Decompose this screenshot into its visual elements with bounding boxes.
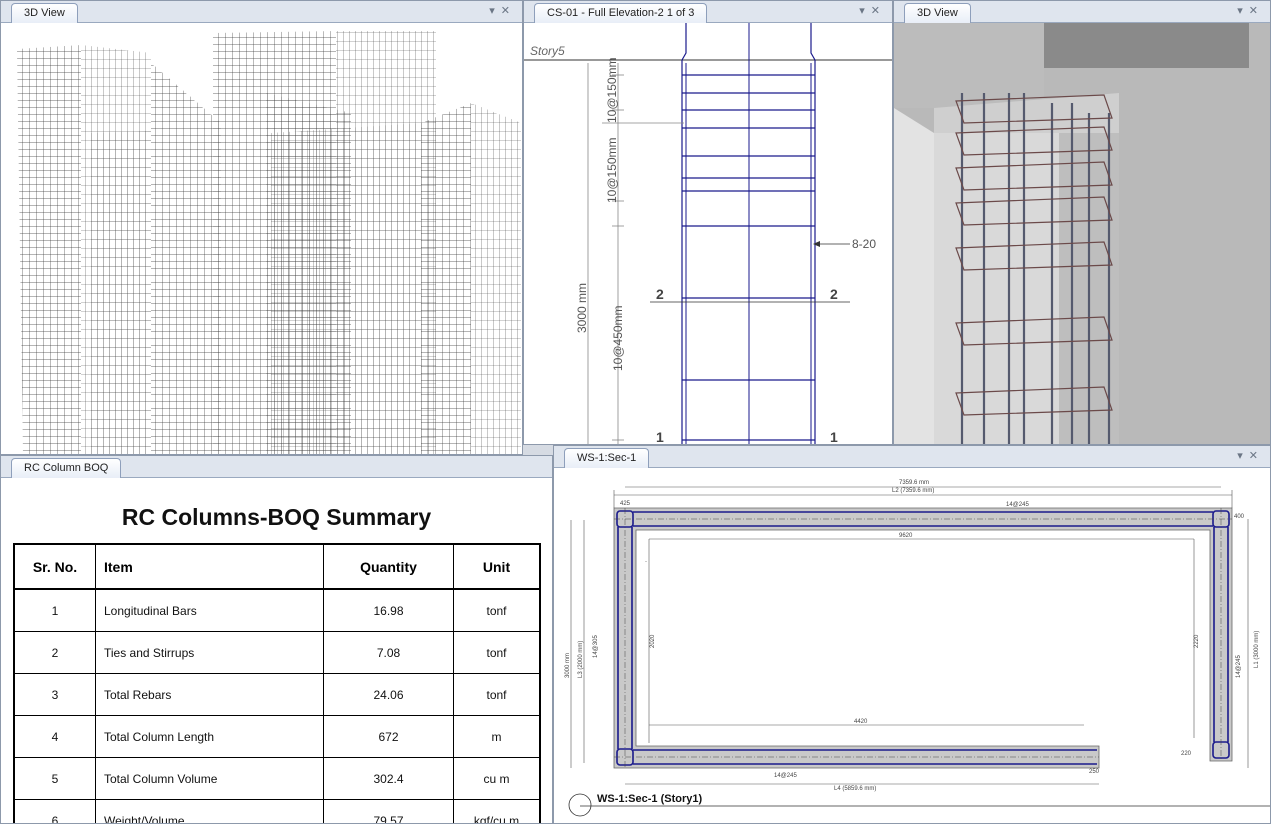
panel-section: WS-1:Sec-1 ▾✕ 7359.6 mm L2 (7359.6 mm) 4… bbox=[553, 445, 1271, 824]
spacing-mid: 10@150mm bbox=[605, 137, 619, 203]
tab-3d-view-left[interactable]: 3D View bbox=[11, 3, 78, 23]
panel-controls[interactable]: ▾✕ bbox=[489, 4, 516, 17]
panel-controls[interactable]: ▾✕ bbox=[1237, 449, 1264, 462]
table-row: 1 Longitudinal Bars 16.98 tonf bbox=[13, 588, 541, 632]
cell-sr: 4 bbox=[13, 715, 96, 758]
3d-column-rebar-view[interactable] bbox=[894, 23, 1270, 444]
sec-dim-l1: L1 (3000 mm) bbox=[1254, 631, 1260, 668]
cell-sr: 2 bbox=[13, 631, 96, 674]
cell-item: Total Column Length bbox=[95, 715, 324, 758]
section-mark-1-left: 1 bbox=[656, 429, 664, 444]
table-row: 6 Weight/Volume 79.57 kgf/cu m bbox=[13, 799, 541, 823]
panel-3d-view-right: 3D View ▾✕ bbox=[893, 0, 1271, 445]
panel-3d-view-left: 3D View ▾✕ bbox=[0, 0, 523, 455]
sec-dim-4420: 4420 bbox=[854, 719, 868, 725]
boq-table: Sr. No. Item Quantity Unit 1 Longitudina… bbox=[13, 543, 541, 823]
tab-bar: 3D View ▾✕ bbox=[1, 1, 522, 23]
sec-dim-425: 425 bbox=[620, 501, 631, 507]
section-drawing[interactable]: 7359.6 mm L2 (7359.6 mm) 425 14@245 9620… bbox=[554, 468, 1270, 823]
panel-boq: RC Column BOQ RC Columns-BOQ Summary Sr.… bbox=[0, 455, 553, 824]
cell-quantity: 24.06 bbox=[323, 673, 454, 716]
sec-dim-l4: L4 (5859.6 mm) bbox=[834, 786, 876, 792]
sec-dim-l3: L3 (2000 mm) bbox=[578, 641, 584, 678]
story-label: Story5 bbox=[530, 44, 565, 58]
tab-bar: RC Column BOQ bbox=[1, 456, 552, 478]
cell-item: Longitudinal Bars bbox=[95, 588, 324, 632]
sec-dim-3000-left: 3000 mm bbox=[565, 653, 571, 678]
cell-unit: tonf bbox=[453, 588, 541, 632]
sec-dim-14-305: 14@305 bbox=[593, 635, 599, 658]
cell-quantity: 672 bbox=[323, 715, 454, 758]
sec-dim-2020: 2020 bbox=[650, 634, 656, 648]
cell-unit: tonf bbox=[453, 673, 541, 716]
sec-dim-400: 400 bbox=[1234, 514, 1245, 520]
cell-unit: m bbox=[453, 715, 541, 758]
sec-dim-14-245-top: 14@245 bbox=[1006, 502, 1029, 508]
cell-item: Ties and Stirrups bbox=[95, 631, 324, 674]
boq-content: RC Columns-BOQ Summary Sr. No. Item Quan… bbox=[1, 478, 552, 823]
sec-dim-220: 220 bbox=[1181, 751, 1192, 757]
cell-sr: 3 bbox=[13, 673, 96, 716]
cell-quantity: 16.98 bbox=[323, 588, 454, 632]
section-mark-2-left: 2 bbox=[656, 286, 664, 302]
cell-quantity: 79.57 bbox=[323, 799, 454, 823]
panel-controls[interactable]: ▾✕ bbox=[859, 4, 886, 17]
sec-dim-14-245-right: 14@245 bbox=[1236, 655, 1242, 678]
3d-rebar-cages-view[interactable] bbox=[1, 23, 522, 454]
cell-unit: kgf/cu m bbox=[453, 799, 541, 823]
table-row: 2 Ties and Stirrups 7.08 tonf bbox=[13, 631, 541, 674]
cell-quantity: 7.08 bbox=[323, 631, 454, 674]
panel-elevation: CS-01 - Full Elevation-2 1 of 3 ▾✕ Story… bbox=[523, 0, 893, 445]
header-unit: Unit bbox=[453, 543, 541, 590]
spacing-bottom: 10@450mm bbox=[611, 305, 625, 371]
cell-unit: tonf bbox=[453, 631, 541, 674]
table-row: 3 Total Rebars 24.06 tonf bbox=[13, 673, 541, 716]
elevation-drawing[interactable]: Story5 3000 mm 10@150mm 10@150mm 10@450m… bbox=[524, 23, 892, 444]
boq-title: RC Columns-BOQ Summary bbox=[121, 504, 432, 530]
header-sr: Sr. No. bbox=[13, 543, 96, 590]
sec-dim-250: 250 bbox=[1089, 769, 1100, 775]
panel-controls[interactable]: ▾✕ bbox=[1237, 4, 1264, 17]
dim-3000: 3000 mm bbox=[575, 283, 589, 333]
table-row: 5 Total Column Volume 302.4 cu m bbox=[13, 757, 541, 800]
tab-elevation[interactable]: CS-01 - Full Elevation-2 1 of 3 bbox=[534, 3, 708, 23]
tab-3d-view-right[interactable]: 3D View bbox=[904, 3, 971, 23]
table-header-row: Sr. No. Item Quantity Unit bbox=[13, 543, 541, 590]
tab-boq[interactable]: RC Column BOQ bbox=[11, 458, 122, 478]
cell-unit: cu m bbox=[453, 757, 541, 800]
header-item: Item bbox=[95, 543, 324, 590]
cell-item: Total Column Volume bbox=[95, 757, 324, 800]
tab-bar: CS-01 - Full Elevation-2 1 of 3 ▾✕ bbox=[524, 1, 892, 23]
sec-dim-l2: L2 (7359.6 mm) bbox=[892, 488, 934, 494]
sec-dim-top: 7359.6 mm bbox=[899, 480, 929, 486]
section-mark-1-right: 1 bbox=[830, 429, 838, 444]
section-caption: WS-1:Sec-1 (Story1) bbox=[597, 793, 702, 805]
cell-quantity: 302.4 bbox=[323, 757, 454, 800]
tab-section[interactable]: WS-1:Sec-1 bbox=[564, 448, 650, 468]
sec-dim-2220: 2220 bbox=[1194, 634, 1200, 648]
tab-bar: WS-1:Sec-1 ▾✕ bbox=[554, 446, 1270, 468]
bar-label: 8-20 bbox=[852, 237, 876, 251]
spacing-top: 10@150mm bbox=[605, 57, 619, 123]
sec-dim-9620: 9620 bbox=[899, 533, 913, 539]
section-mark-2-right: 2 bbox=[830, 286, 838, 302]
table-row: 4 Total Column Length 672 m bbox=[13, 715, 541, 758]
cell-item: Weight/Volume bbox=[95, 799, 324, 823]
cell-sr: 6 bbox=[13, 799, 96, 823]
tab-bar: 3D View ▾✕ bbox=[894, 1, 1270, 23]
cell-item: Total Rebars bbox=[95, 673, 324, 716]
header-quantity: Quantity bbox=[323, 543, 454, 590]
cell-sr: 1 bbox=[13, 588, 96, 632]
cell-sr: 5 bbox=[13, 757, 96, 800]
sec-dim-14-245-bottom: 14@245 bbox=[774, 773, 797, 779]
